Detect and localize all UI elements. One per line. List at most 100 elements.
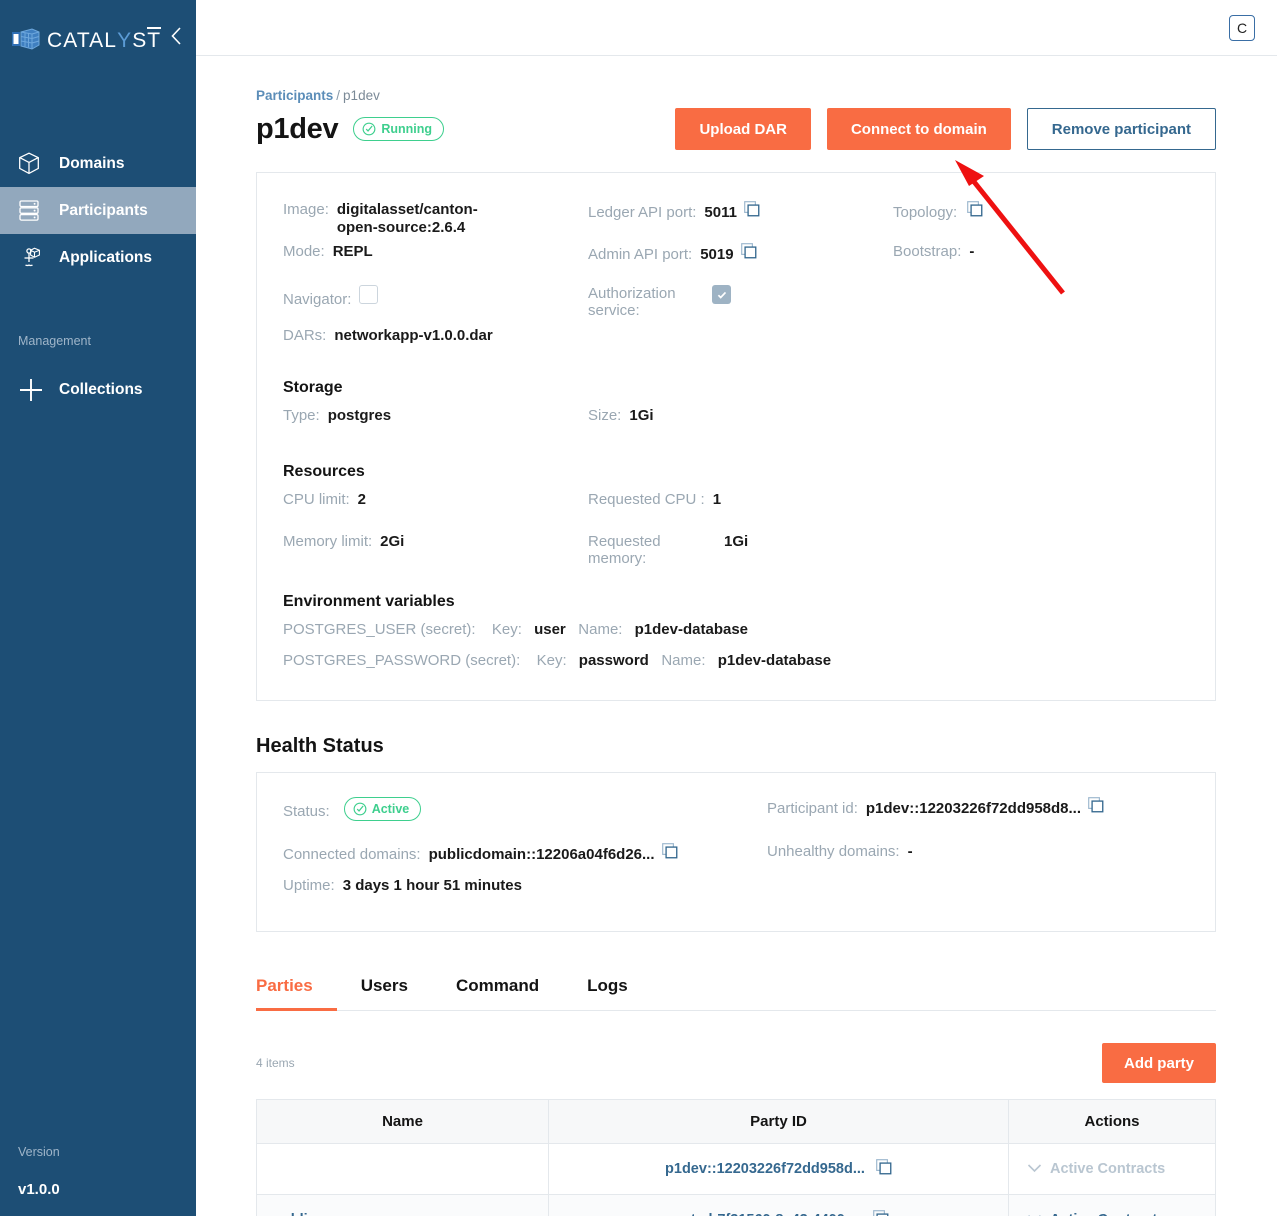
status-badge: Running xyxy=(353,117,444,141)
detail-dars: DARs: networkapp-v1.0.0.dar xyxy=(283,323,1189,357)
breadcrumb-participants-link[interactable]: Participants xyxy=(256,88,333,103)
cell-actions[interactable]: Active Contracts xyxy=(1009,1195,1216,1216)
app-root: CATALYST Domains xyxy=(0,0,1277,1216)
check-circle-icon xyxy=(362,122,376,136)
avatar[interactable]: C xyxy=(1229,15,1255,41)
detail-topology: Topology: xyxy=(893,197,1189,239)
tab-command[interactable]: Command xyxy=(432,966,563,1011)
storage-size: Size: 1Gi xyxy=(588,403,893,445)
page-content: Participants/p1dev p1dev Running Upload … xyxy=(196,56,1277,1216)
detail-bootstrap: Bootstrap: - xyxy=(893,239,1189,281)
version-label: Version xyxy=(18,1145,60,1159)
resources-section-title: Resources xyxy=(283,463,1189,481)
copy-icon[interactable] xyxy=(967,201,983,222)
remove-participant-button[interactable]: Remove participant xyxy=(1027,108,1216,150)
cell-actions[interactable]: Active Contracts xyxy=(1009,1144,1216,1195)
chevron-down-icon xyxy=(1027,1212,1042,1216)
copy-icon[interactable] xyxy=(1088,797,1104,818)
detail-image: Image: digitalasset/canton-open-source:2… xyxy=(283,197,588,239)
memory-limit: Memory limit: 2Gi xyxy=(283,529,588,571)
tab-users[interactable]: Users xyxy=(337,966,432,1011)
health-status-card: Status: Active Participant id: p1dev::12… xyxy=(256,772,1216,932)
detail-authorization-label: Authorization service: xyxy=(588,285,676,320)
detail-dars-label: DARs: xyxy=(283,327,326,344)
sidebar-item-applications[interactable]: Applications xyxy=(0,234,196,281)
env-name-label: Name: xyxy=(661,652,705,669)
detail-navigator: Navigator: xyxy=(283,281,588,323)
page-title: p1dev xyxy=(256,113,338,146)
detail-ledger-api-label: Ledger API port: xyxy=(588,204,696,221)
storage-spacer xyxy=(893,403,1189,445)
brand-part-accent: Y xyxy=(117,30,132,51)
breadcrumb-separator: / xyxy=(336,88,340,103)
connected-domains-value: publicdomain::12206a04f6d26... xyxy=(429,846,655,863)
copy-icon[interactable] xyxy=(662,843,678,864)
env-key-label: Key: xyxy=(537,652,567,669)
cpu-limit: CPU limit: 2 xyxy=(283,487,588,529)
participant-id-label: Participant id: xyxy=(767,800,858,817)
detail-admin-api-label: Admin API port: xyxy=(588,246,692,263)
brand-logo[interactable]: CATALYST xyxy=(0,0,196,56)
chevron-left-icon[interactable] xyxy=(170,26,182,53)
health-uptime: Uptime: 3 days 1 hour 51 minutes xyxy=(283,873,767,907)
table-header-row: Name Party ID Actions xyxy=(257,1100,1216,1144)
cell-party-id: party-b7f31560-8a43-4400-... xyxy=(549,1195,1009,1216)
storage-section-title: Storage xyxy=(283,379,1189,397)
cell-name[interactable]: public xyxy=(257,1195,549,1216)
storage-type-label: Type: xyxy=(283,407,320,424)
cube-icon xyxy=(18,152,48,175)
cpu-limit-label: CPU limit: xyxy=(283,491,350,508)
unhealthy-domains-value: - xyxy=(908,843,913,860)
tab-logs[interactable]: Logs xyxy=(563,966,652,1011)
copy-icon[interactable] xyxy=(876,1159,892,1179)
details-grid: Image: digitalasset/canton-open-source:2… xyxy=(283,197,1189,323)
requested-memory: Requested memory: 1Gi xyxy=(588,529,893,571)
detail-authorization-service: Authorization service: xyxy=(588,281,893,323)
connect-to-domain-button[interactable]: Connect to domain xyxy=(827,108,1011,150)
page-header: p1dev Running Upload DAR Connect to doma… xyxy=(256,108,1216,150)
sidebar-item-participants[interactable]: Participants xyxy=(0,187,196,234)
parties-table: Name Party ID Actions p1dev::12203226f72… xyxy=(256,1099,1216,1216)
participant-id-value: p1dev::12203226f72dd958d8... xyxy=(866,800,1081,817)
version-value: v1.0.0 xyxy=(18,1181,60,1198)
env-name-label: Name: xyxy=(578,621,622,638)
breadcrumb: Participants/p1dev xyxy=(256,88,1216,103)
uptime-value: 3 days 1 hour 51 minutes xyxy=(343,877,522,894)
copy-icon[interactable] xyxy=(741,243,757,264)
party-id-text[interactable]: p1dev::12203226f72dd958d... xyxy=(665,1161,865,1177)
copy-icon[interactable] xyxy=(873,1210,889,1216)
uptime-label: Uptime: xyxy=(283,877,335,894)
sidebar-item-domains[interactable]: Domains xyxy=(0,140,196,187)
sidebar-item-collections[interactable]: Collections xyxy=(0,366,196,413)
detail-image-label: Image: xyxy=(283,201,329,218)
detail-dars-value: networkapp-v1.0.0.dar xyxy=(334,327,492,344)
tabs: Parties Users Command Logs xyxy=(256,966,1216,1011)
tab-parties[interactable]: Parties xyxy=(256,966,337,1011)
header-actions: Upload DAR Connect to domain Remove part… xyxy=(675,108,1216,150)
participant-details-card: Image: digitalasset/canton-open-source:2… xyxy=(256,172,1216,701)
env-row: POSTGRES_USER (secret): Key: user Name: … xyxy=(283,619,1189,642)
requested-cpu-label: Requested CPU : xyxy=(588,491,705,508)
storage-type-value: postgres xyxy=(328,407,391,424)
navigator-checkbox[interactable] xyxy=(359,285,378,304)
authorization-service-checkbox[interactable] xyxy=(712,285,731,304)
cell-name[interactable] xyxy=(257,1144,549,1195)
party-id-text[interactable]: party-b7f31560-8a43-4400-... xyxy=(668,1212,861,1216)
version-block: Version v1.0.0 xyxy=(0,1145,60,1216)
sidebar: CATALYST Domains xyxy=(0,0,196,1216)
connected-domains-label: Connected domains: xyxy=(283,846,421,863)
requested-cpu: Requested CPU : 1 xyxy=(588,487,893,529)
upload-dar-button[interactable]: Upload DAR xyxy=(675,108,811,150)
column-header-party-id: Party ID xyxy=(549,1100,1009,1144)
health-status-title: Health Status xyxy=(256,735,1216,758)
brand-part-2: S xyxy=(132,30,147,51)
cpu-limit-value: 2 xyxy=(358,491,366,508)
parties-toolbar: 4 items Add party xyxy=(256,1041,1216,1085)
detail-admin-api-value: 5019 xyxy=(700,246,733,263)
column-header-actions: Actions xyxy=(1009,1100,1216,1144)
copy-icon[interactable] xyxy=(744,201,760,222)
catalyst-cube-logo-icon xyxy=(12,28,40,50)
add-party-button[interactable]: Add party xyxy=(1102,1043,1216,1083)
detail-bootstrap-value: - xyxy=(969,243,974,260)
health-spacer xyxy=(767,873,1189,907)
